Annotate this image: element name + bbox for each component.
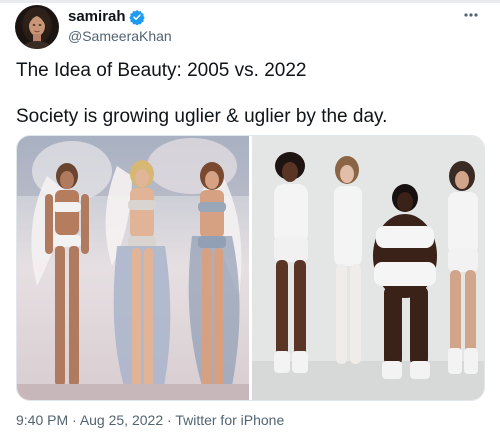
runway-photo[interactable] — [17, 136, 249, 400]
display-name[interactable]: samirah — [68, 8, 126, 25]
tweet-text-line: Society is growing uglier & uglier by th… — [16, 106, 388, 127]
author-handle[interactable]: @SameeraKhan — [68, 28, 172, 44]
verified-badge-icon — [128, 9, 145, 25]
author-name-row: samirah — [68, 8, 145, 25]
tweet-text: The Idea of Beauty: 2005 vs. 2022 Societ… — [16, 58, 486, 129]
tweet-text-line: The Idea of Beauty: 2005 vs. 2022 — [16, 60, 307, 81]
campaign-photo[interactable] — [252, 136, 484, 400]
more-dots-icon[interactable] — [460, 8, 482, 22]
tweet-media — [16, 135, 485, 401]
tweet-meta: 9:40 PM · Aug 25, 2022 · Twitter for iPh… — [16, 412, 284, 428]
tweet-date[interactable]: Aug 25, 2022 — [80, 412, 163, 428]
tweet-time[interactable]: 9:40 PM — [16, 412, 68, 428]
avatar[interactable] — [15, 5, 59, 49]
tweet: samirah @SameeraKhan The Idea of Beauty:… — [0, 0, 500, 436]
tweet-source[interactable]: Twitter for iPhone — [175, 412, 284, 428]
meta-separator: · — [163, 412, 176, 428]
meta-separator: · — [68, 412, 80, 428]
